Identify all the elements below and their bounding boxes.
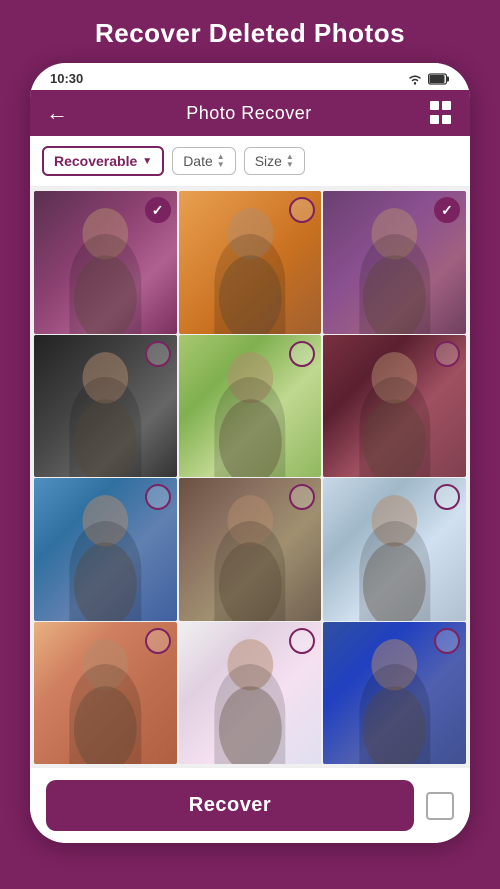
photo-check-12[interactable] xyxy=(434,628,460,654)
select-all-checkbox[interactable] xyxy=(426,792,454,820)
wifi-icon xyxy=(407,73,423,85)
photo-check-3[interactable]: ✓ xyxy=(434,197,460,223)
recoverable-arrow: ▼ xyxy=(142,156,152,167)
grid-view-button[interactable] xyxy=(430,101,454,125)
photo-cell-1[interactable]: ✓ xyxy=(34,191,177,334)
recoverable-filter-button[interactable]: Recoverable ▼ xyxy=(42,146,164,176)
photo-cell-8[interactable] xyxy=(179,478,322,621)
status-bar: 10:30 xyxy=(30,63,470,90)
page-title: Recover Deleted Photos xyxy=(75,0,425,63)
bottom-bar: Recover xyxy=(30,767,470,843)
grid-dot-4 xyxy=(442,115,451,124)
filter-bar: Recoverable ▼ Date ▲▼ Size ▲▼ xyxy=(30,136,470,187)
photo-check-10[interactable] xyxy=(145,628,171,654)
photo-cell-11[interactable] xyxy=(179,622,322,765)
photo-grid: ✓✓ xyxy=(30,187,470,767)
size-label: Size xyxy=(255,153,282,169)
photo-check-5[interactable] xyxy=(289,341,315,367)
photo-check-9[interactable] xyxy=(434,484,460,510)
photo-cell-10[interactable] xyxy=(34,622,177,765)
photo-cell-9[interactable] xyxy=(323,478,466,621)
photo-check-4[interactable] xyxy=(145,341,171,367)
battery-icon xyxy=(428,73,450,85)
photo-cell-5[interactable] xyxy=(179,335,322,478)
photo-check-1[interactable]: ✓ xyxy=(145,197,171,223)
photo-check-7[interactable] xyxy=(145,484,171,510)
photo-cell-12[interactable] xyxy=(323,622,466,765)
photo-cell-7[interactable] xyxy=(34,478,177,621)
photo-check-11[interactable] xyxy=(289,628,315,654)
photo-cell-4[interactable] xyxy=(34,335,177,478)
photo-cell-2[interactable] xyxy=(179,191,322,334)
size-sort-button[interactable]: Size ▲▼ xyxy=(244,147,305,175)
photo-cell-6[interactable] xyxy=(323,335,466,478)
grid-dot-1 xyxy=(430,101,439,110)
grid-dot-2 xyxy=(442,101,451,110)
date-sort-arrows: ▲▼ xyxy=(217,153,225,169)
date-sort-button[interactable]: Date ▲▼ xyxy=(172,147,236,175)
size-sort-arrows: ▲▼ xyxy=(286,153,294,169)
back-button[interactable]: ← xyxy=(46,100,68,126)
nav-bar: ← Photo Recover xyxy=(30,90,470,136)
grid-dot-3 xyxy=(430,115,439,124)
phone-frame: 10:30 ← Photo Recover xyxy=(30,63,470,843)
photo-cell-3[interactable]: ✓ xyxy=(323,191,466,334)
nav-title: Photo Recover xyxy=(186,103,312,124)
date-label: Date xyxy=(183,153,213,169)
status-time: 10:30 xyxy=(50,71,83,86)
status-icons xyxy=(407,73,450,85)
recover-button[interactable]: Recover xyxy=(46,780,414,831)
recoverable-label: Recoverable xyxy=(54,153,137,169)
photo-check-6[interactable] xyxy=(434,341,460,367)
